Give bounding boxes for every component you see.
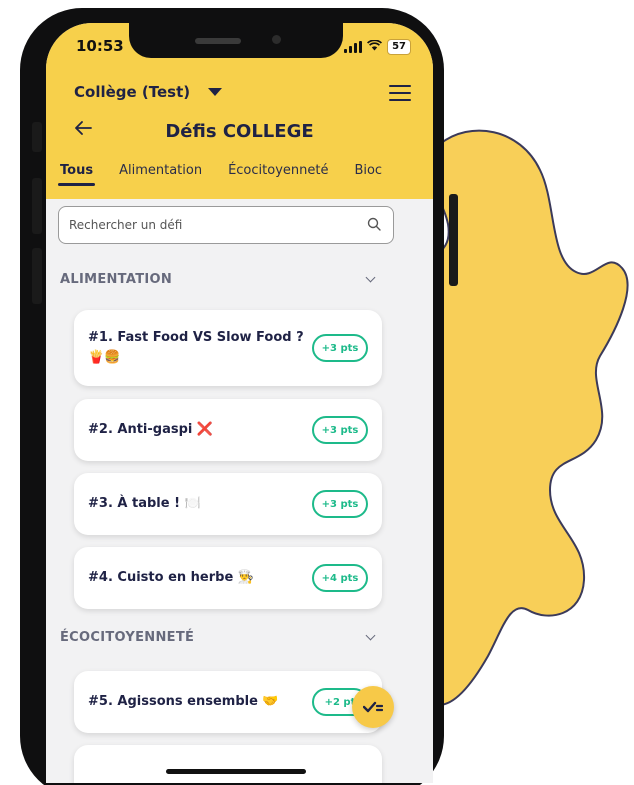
challenge-card-partial[interactable] <box>74 745 382 783</box>
chevron-down-icon <box>365 630 376 641</box>
chevron-down-icon <box>365 272 376 283</box>
points-badge: +3 pts <box>312 334 368 362</box>
school-select-value: Collège (Test) <box>74 83 191 101</box>
volume-down-button <box>32 248 42 304</box>
notch <box>129 23 343 58</box>
checklist-fab[interactable] <box>352 686 394 728</box>
search-icon[interactable] <box>367 217 381 231</box>
page-title: Défis COLLEGE <box>165 121 314 142</box>
signal-icon <box>344 41 363 53</box>
school-select[interactable]: Collège (Test) <box>74 83 223 101</box>
challenge-title: #3. À table ! 🍽️ <box>88 496 201 511</box>
status-icons: 57 <box>344 39 411 55</box>
points-badge: +3 pts <box>312 416 368 444</box>
power-button <box>449 194 458 286</box>
mute-switch <box>32 122 42 152</box>
volume-up-button <box>32 178 42 234</box>
search-box <box>58 206 394 244</box>
app-header: 10:53 57 Collège (Test) Défis COLLEGE To… <box>46 23 433 199</box>
category-tabs: Tous Alimentation Écocitoyenneté Bioc <box>57 163 382 186</box>
challenge-title: #2. Anti-gaspi ❌ <box>88 422 214 437</box>
tab-alimentation[interactable]: Alimentation <box>119 163 202 186</box>
section-title: ALIMENTATION <box>60 272 173 287</box>
search-input[interactable] <box>59 207 349 243</box>
speaker-grille <box>195 38 241 44</box>
challenge-title: #1. Fast Food VS Slow Food ? 🍟🍔 <box>88 330 304 365</box>
phone-screen: 10:53 57 Collège (Test) Défis COLLEGE To… <box>46 23 433 783</box>
caret-down-icon <box>208 88 223 96</box>
section-header-alimentation[interactable]: ALIMENTATION <box>60 272 380 287</box>
home-indicator <box>166 769 306 774</box>
tab-tous[interactable]: Tous <box>57 163 96 186</box>
tab-biodiversite[interactable]: Bioc <box>354 163 382 186</box>
status-time: 10:53 <box>76 37 124 55</box>
points-badge: +3 pts <box>312 490 368 518</box>
wifi-icon <box>367 39 383 54</box>
challenge-title: #5. Agissons ensemble 🤝 <box>88 694 279 709</box>
battery-icon: 57 <box>387 39 411 55</box>
challenge-card[interactable]: #5. Agissons ensemble 🤝 +2 pt <box>74 671 382 733</box>
hamburger-menu-icon[interactable] <box>389 85 411 101</box>
checklist-icon <box>363 701 383 713</box>
section-title: ÉCOCITOYENNETÉ <box>60 630 195 645</box>
section-header-ecocitoyennete[interactable]: ÉCOCITOYENNETÉ <box>60 630 380 645</box>
challenge-card[interactable]: #4. Cuisto en herbe 👨‍🍳 +4 pts <box>74 547 382 609</box>
challenge-card[interactable]: #3. À table ! 🍽️ +3 pts <box>74 473 382 535</box>
challenge-title: #4. Cuisto en herbe 👨‍🍳 <box>88 570 254 585</box>
front-camera <box>272 35 281 44</box>
challenge-card[interactable]: #1. Fast Food VS Slow Food ? 🍟🍔 +3 pts <box>74 310 382 386</box>
tab-ecocitoyennete[interactable]: Écocitoyenneté <box>228 163 328 186</box>
challenge-card[interactable]: #2. Anti-gaspi ❌ +3 pts <box>74 399 382 461</box>
points-badge: +4 pts <box>312 564 368 592</box>
